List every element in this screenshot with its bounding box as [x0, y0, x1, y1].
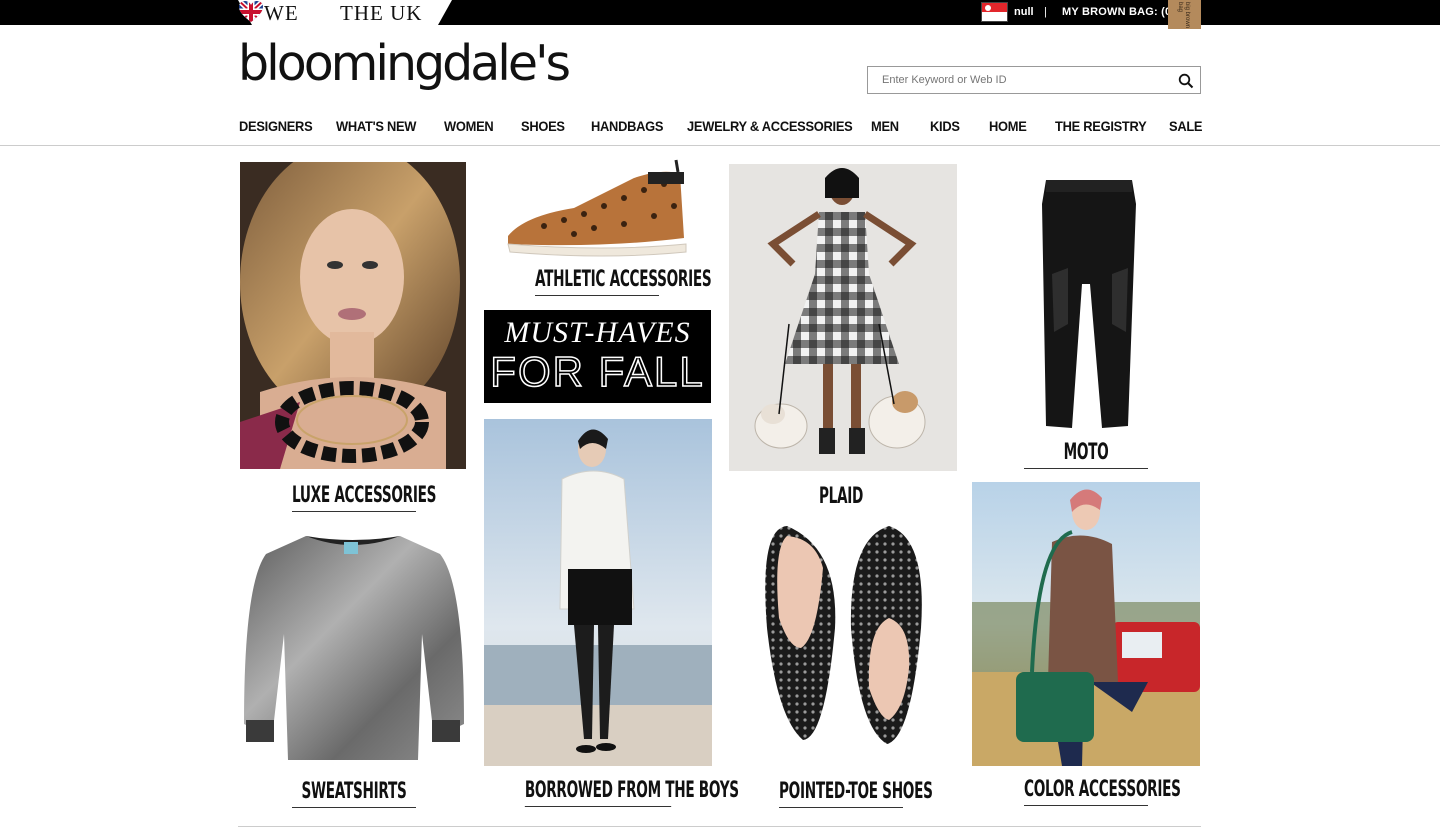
- moto-link[interactable]: MOTO: [1024, 440, 1148, 469]
- promo-we-text: WE: [264, 1, 299, 25]
- pointed-toe-shoes-link[interactable]: POINTED-TOE SHOES: [779, 779, 933, 808]
- borrowed-from-the-boys-photo: [484, 419, 712, 766]
- plaid-dress-photo: [729, 164, 957, 471]
- country-label[interactable]: null: [1014, 5, 1034, 19]
- metallic-sweatshirt-photo: [240, 524, 466, 766]
- nav-men[interactable]: MEN: [871, 117, 899, 135]
- sweatshirts-link[interactable]: SWEATSHIRTS: [292, 779, 416, 808]
- moto-image[interactable]: [972, 164, 1200, 438]
- search-input[interactable]: [868, 67, 1168, 93]
- nav-women[interactable]: WOMEN: [444, 117, 494, 135]
- nav-handbags[interactable]: HANDBAGS: [591, 117, 663, 135]
- bag-icon-text: big brown bag: [1177, 2, 1190, 29]
- luxe-accessories-image[interactable]: [240, 162, 466, 469]
- moto-jeans-photo: [972, 164, 1200, 438]
- must-haves-for-fall-banner[interactable]: MUST-HAVES FOR FALL: [484, 310, 711, 403]
- borrowed-from-the-boys-image[interactable]: [484, 419, 712, 766]
- singapore-flag-icon[interactable]: [981, 2, 1008, 22]
- athletic-accessories-link[interactable]: ATHLETIC ACCESSORIES: [535, 267, 712, 296]
- leopard-sneaker-photo: [484, 156, 711, 262]
- plaid-image[interactable]: [729, 164, 957, 471]
- bottom-divider: [238, 826, 1201, 827]
- color-accessories-image[interactable]: [972, 482, 1200, 766]
- color-accessories-photo: [972, 482, 1200, 766]
- luxe-accessories-photo: [240, 162, 466, 469]
- main-navigation: DESIGNERS WHAT'S NEW WOMEN SHOES HANDBAG…: [0, 114, 1440, 146]
- pointed-toe-shoes-image[interactable]: [729, 508, 957, 768]
- color-accessories-link[interactable]: COLOR ACCESSORIES: [1024, 777, 1181, 806]
- borrowed-from-the-boys-link[interactable]: BORROWED FROM THE BOYS: [524, 778, 739, 807]
- nav-sale[interactable]: SALE: [1169, 117, 1203, 135]
- bloomingdales-logo[interactable]: bloomingdale's: [238, 36, 571, 92]
- sweatshirts-image[interactable]: [240, 524, 466, 766]
- nav-the-registry[interactable]: THE REGISTRY: [1055, 117, 1147, 135]
- search-icon[interactable]: [1178, 73, 1194, 89]
- top-bar: WE THE UK null | MY BROWN BAG: (0) big b…: [0, 0, 1440, 29]
- nav-jewelry-accessories[interactable]: JEWELRY & ACCESSORIES: [687, 117, 853, 135]
- we-heart-uk-promo[interactable]: WE THE UK: [238, 0, 452, 25]
- promo-uk-text: THE UK: [340, 1, 423, 25]
- union-jack-heart-icon: [239, 1, 263, 22]
- must-haves-line2: FOR FALL: [490, 347, 705, 396]
- my-brown-bag-link[interactable]: MY BROWN BAG: (0): [1062, 5, 1175, 19]
- nav-kids[interactable]: KIDS: [930, 117, 960, 135]
- luxe-accessories-link[interactable]: LUXE ACCESSORIES: [292, 483, 436, 512]
- nav-designers[interactable]: DESIGNERS: [239, 117, 313, 135]
- nav-whats-new[interactable]: WHAT'S NEW: [336, 117, 416, 135]
- topbar-separator: |: [1044, 6, 1047, 18]
- must-haves-line1: MUST-HAVES: [504, 316, 691, 349]
- nav-home[interactable]: HOME: [989, 117, 1027, 135]
- nav-shoes[interactable]: SHOES: [521, 117, 565, 135]
- search-box: [867, 66, 1201, 94]
- studded-flats-photo: [729, 508, 957, 768]
- athletic-accessories-image[interactable]: [484, 156, 711, 262]
- brown-bag-icon[interactable]: big brown bag: [1168, 0, 1201, 29]
